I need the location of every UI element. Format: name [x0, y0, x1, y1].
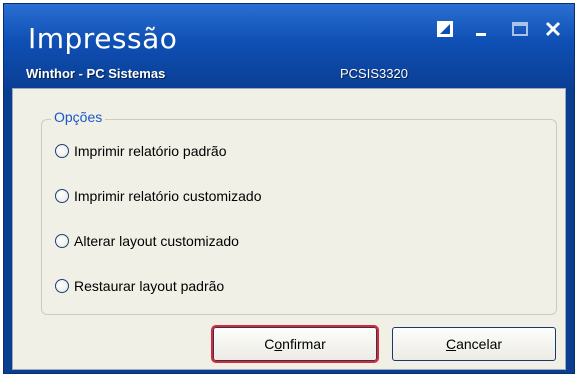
confirm-label-post: nfirmar: [282, 336, 326, 352]
radio-imprimir-relatorio-padrao[interactable]: Imprimir relatório padrão: [55, 140, 227, 162]
options-group-label: Opções: [51, 109, 106, 125]
confirm-button[interactable]: Co nfirmar: [211, 325, 379, 363]
radio-button[interactable]: [55, 144, 69, 158]
title-bar[interactable]: Impressão Winthor - PC Sistemas PCSIS332…: [4, 4, 574, 88]
resize-icon: [437, 21, 453, 37]
radio-label: Imprimir relatório padrão: [74, 143, 227, 159]
radio-button[interactable]: [55, 279, 69, 293]
window-subtitle: Winthor - PC Sistemas: [26, 66, 166, 81]
radio-restaurar-layout-padrao[interactable]: Restaurar layout padrão: [55, 275, 224, 297]
window-title: Impressão: [28, 22, 178, 55]
radio-button[interactable]: [55, 189, 69, 203]
radio-label: Imprimir relatório customizado: [74, 188, 262, 204]
maximize-button[interactable]: [509, 18, 531, 40]
resize-button[interactable]: [434, 18, 456, 40]
dialog-body: Opções Imprimir relatório padrão Imprimi…: [12, 88, 566, 370]
minimize-button[interactable]: [471, 18, 493, 40]
maximize-icon: [512, 22, 528, 36]
radio-label: Restaurar layout padrão: [74, 278, 225, 294]
radio-label: Alterar layout customizado: [74, 233, 239, 249]
cancel-button[interactable]: Cancelar: [392, 327, 556, 361]
routine-code: PCSIS3320: [340, 66, 408, 81]
cancel-mnemonic: C: [445, 336, 457, 352]
cancel-label-post: ancelar: [456, 336, 503, 352]
radio-button[interactable]: [55, 234, 69, 248]
close-icon: [545, 21, 561, 37]
confirm-mnemonic: o: [274, 336, 283, 352]
close-button[interactable]: [542, 18, 564, 40]
minimize-icon: [476, 33, 486, 36]
radio-alterar-layout-customizado[interactable]: Alterar layout customizado: [55, 230, 239, 252]
confirm-label-pre: C: [264, 336, 275, 352]
radio-imprimir-relatorio-customizado[interactable]: Imprimir relatório customizado: [55, 185, 262, 207]
dialog-window: Impressão Winthor - PC Sistemas PCSIS332…: [3, 3, 575, 374]
